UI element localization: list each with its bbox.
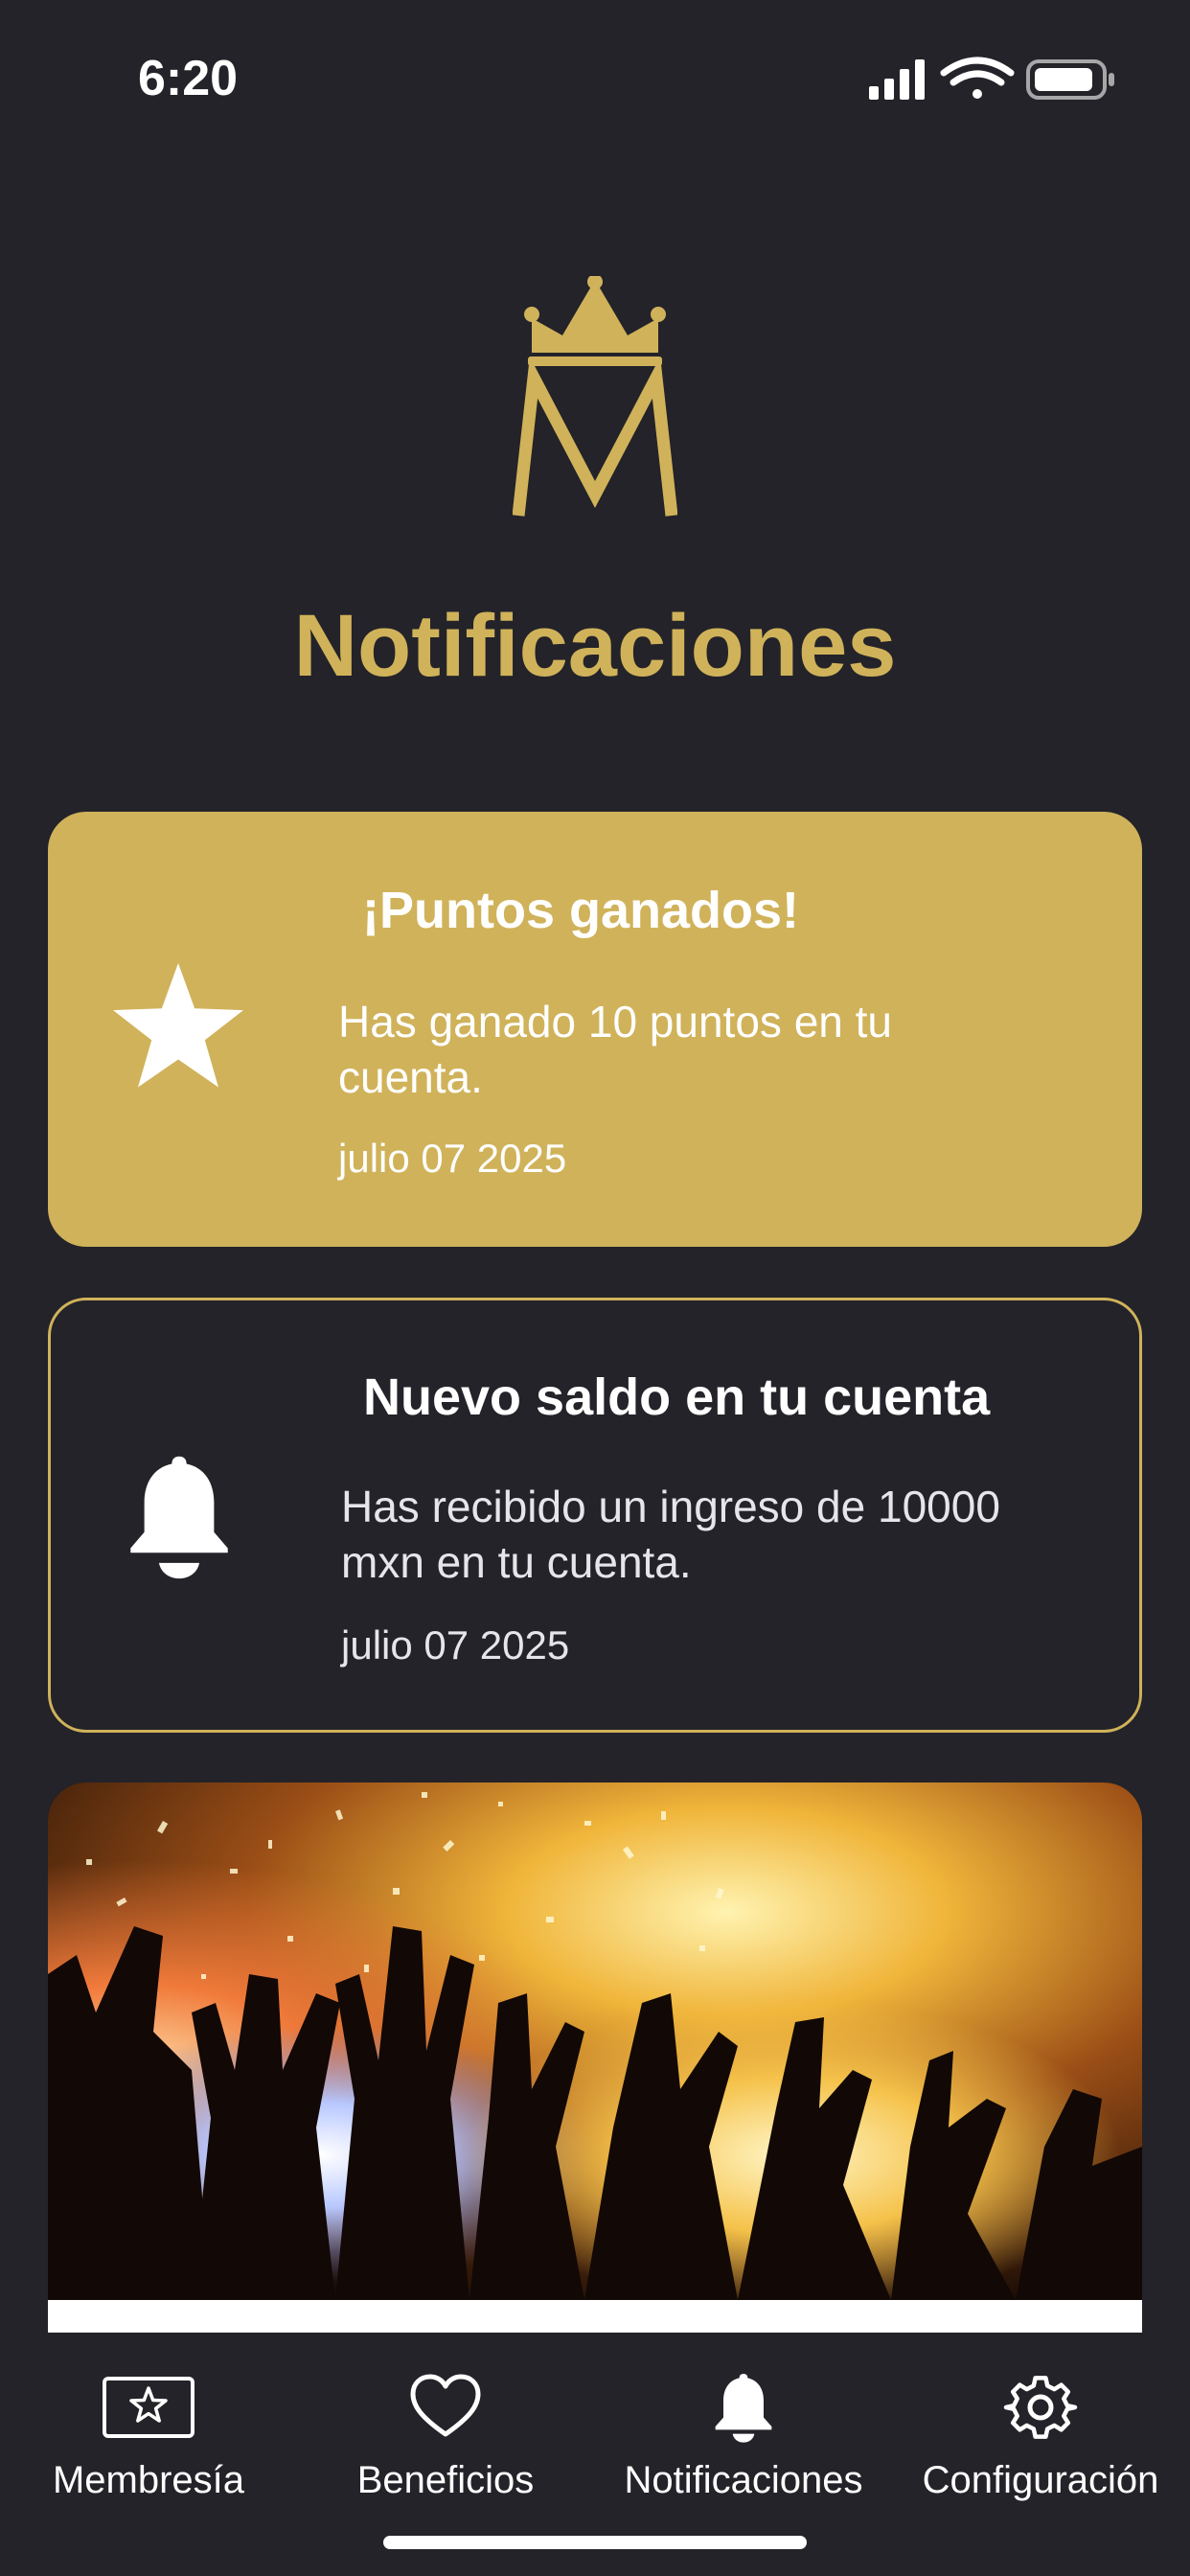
crowned-m-logo-icon xyxy=(513,276,677,517)
bell-icon xyxy=(130,1456,228,1579)
tab-notificaciones[interactable]: Notificaciones xyxy=(595,2369,892,2502)
home-indicator[interactable] xyxy=(383,2536,807,2549)
promo-caption-strip xyxy=(48,2300,1142,2333)
notification-title: ¡Puntos ganados! xyxy=(362,882,799,939)
notification-title: Nuevo saldo en tu cuenta xyxy=(363,1368,991,1426)
tab-label: Notificaciones xyxy=(624,2459,863,2501)
bell-icon xyxy=(715,2374,772,2443)
page-title: Notificaciones xyxy=(293,597,897,695)
tab-label: Configuración xyxy=(922,2459,1159,2501)
notification-card-balance[interactable]: Nuevo saldo en tu cuenta Has recibido un… xyxy=(48,1298,1142,1733)
heart-icon xyxy=(410,2374,481,2437)
notification-date: julio 07 2025 xyxy=(338,1136,567,1181)
concert-crowd-confetti-photo xyxy=(48,1782,1142,2300)
signal-icon xyxy=(869,59,925,100)
tab-configuracion[interactable]: Configuración xyxy=(892,2369,1189,2502)
status-time: 6:20 xyxy=(138,51,239,106)
membership-card-star-icon xyxy=(103,2377,195,2438)
notification-body: Has ganado 10 puntos en tu cuenta. xyxy=(338,997,893,1102)
status-icons xyxy=(869,57,1114,100)
notification-body: Has recibido un ingreso de 10000 mxn en … xyxy=(341,1482,1000,1587)
tab-label: Beneficios xyxy=(356,2459,535,2501)
gear-icon xyxy=(1003,2376,1078,2439)
battery-icon xyxy=(1026,59,1114,100)
star-icon xyxy=(113,963,243,1088)
notification-card-points[interactable]: ¡Puntos ganados! Has ganado 10 puntos en… xyxy=(48,812,1142,1247)
notification-date: julio 07 2025 xyxy=(341,1622,570,1668)
wifi-icon xyxy=(940,57,1015,99)
tab-membresia[interactable]: Membresía xyxy=(0,2369,297,2502)
tab-label: Membresía xyxy=(52,2459,245,2501)
tab-beneficios[interactable]: Beneficios xyxy=(297,2369,594,2502)
promo-image-card[interactable] xyxy=(48,1782,1142,2333)
status-bar: 6:20 xyxy=(0,0,1190,153)
